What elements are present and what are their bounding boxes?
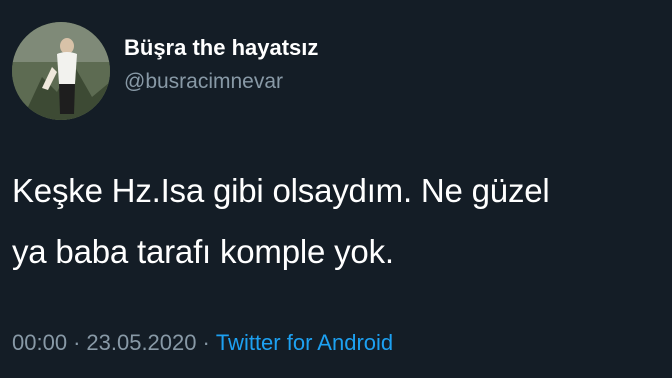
meta-separator-1: ·	[73, 330, 81, 355]
tweet-text-line-1: Keşke Hz.Isa gibi olsaydım. Ne güzel	[12, 172, 550, 209]
user-handle[interactable]: @busracimnevar	[124, 70, 283, 94]
tweet-card: Büşra the hayatsız @busracimnevar Keşke …	[0, 0, 672, 378]
avatar[interactable]	[12, 22, 110, 120]
tweet-text-line-2: ya baba tarafı komple yok.	[12, 233, 394, 270]
display-name[interactable]: Büşra the hayatsız	[124, 35, 318, 61]
tweet-meta: 00:00 · 23.05.2020 · Twitter for Android	[12, 330, 393, 356]
profile-photo-avatar-icon	[12, 22, 110, 120]
tweet-source-link[interactable]: Twitter for Android	[216, 330, 393, 355]
tweet-text: Keşke Hz.Isa gibi olsaydım. Ne güzel ya …	[12, 160, 662, 282]
tweet-date[interactable]: 23.05.2020	[86, 330, 196, 355]
tweet-time[interactable]: 00:00	[12, 330, 67, 355]
meta-separator-2: ·	[202, 330, 210, 355]
